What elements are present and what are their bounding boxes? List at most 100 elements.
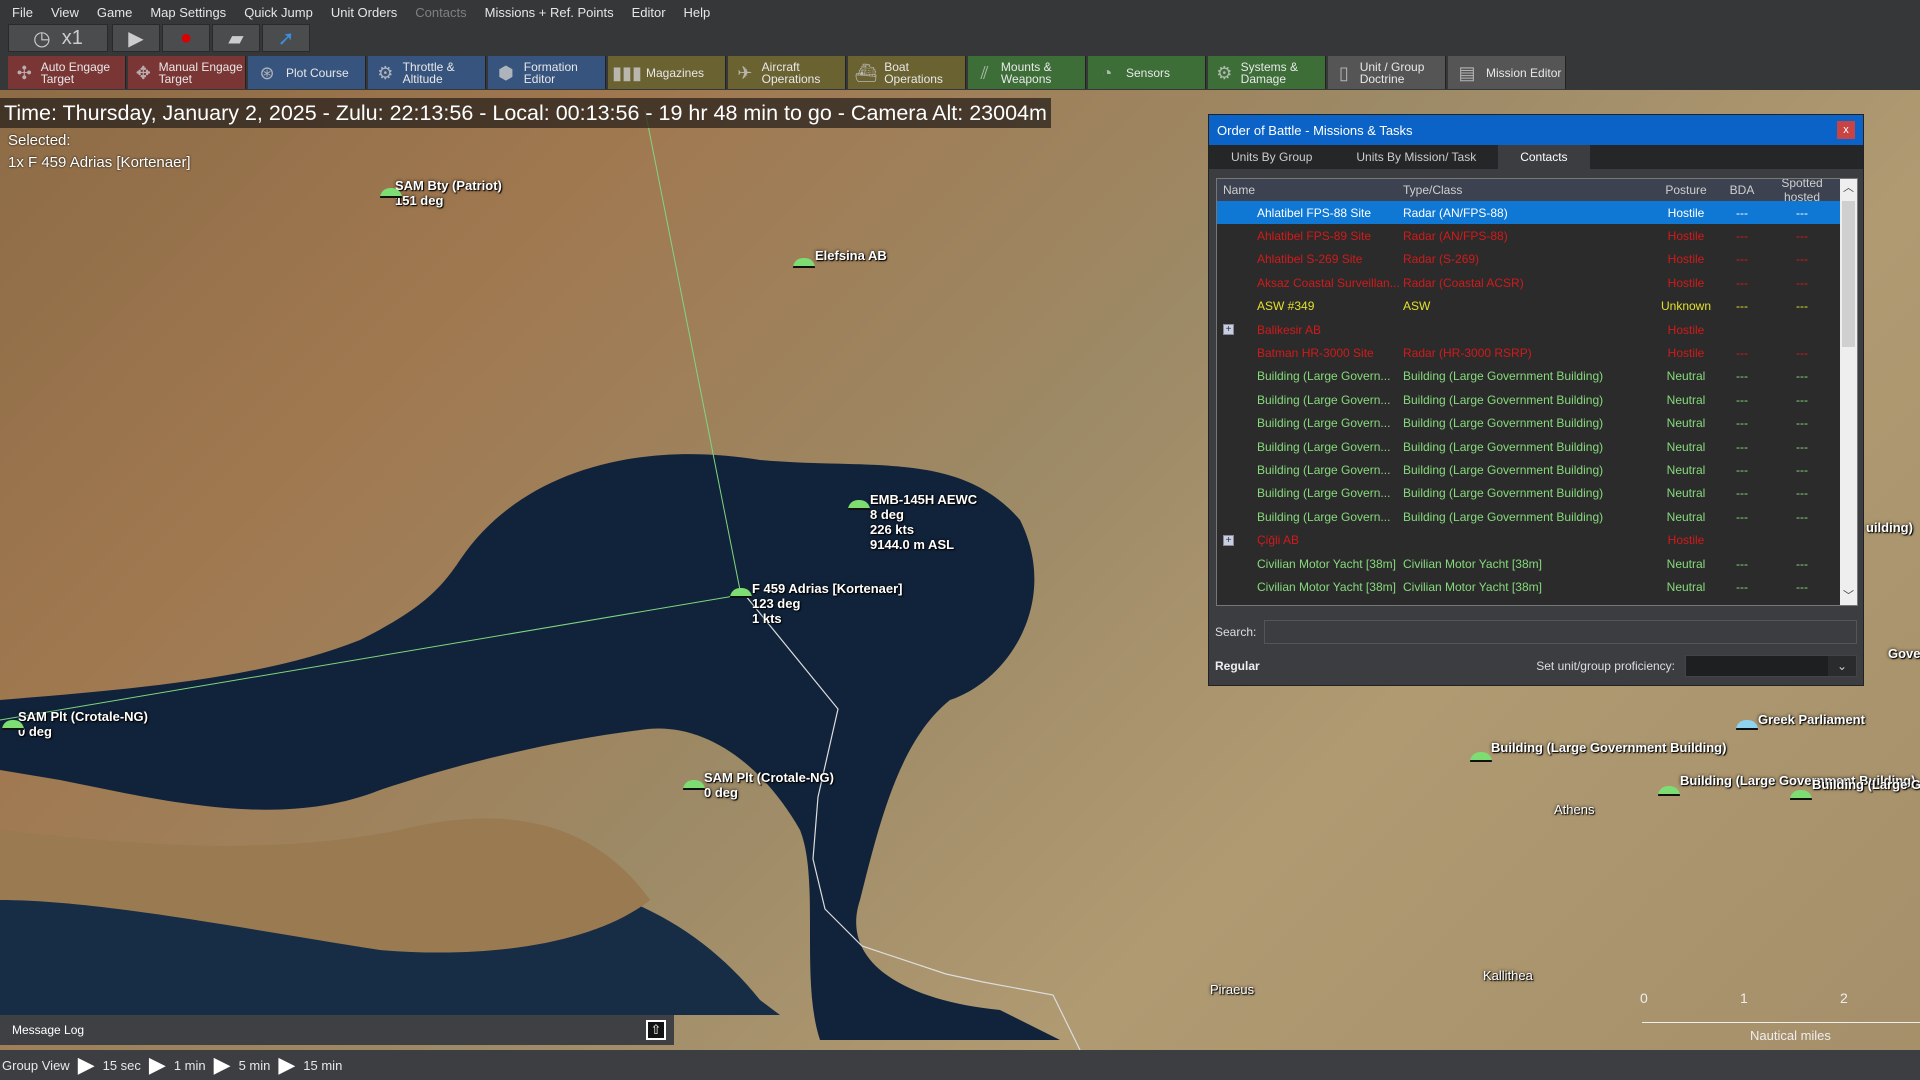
table-row[interactable]: Building (Large Govern... Building (Large… (1217, 482, 1857, 505)
tool-doctrine[interactable]: ▯ Unit / Group Doctrine (1328, 56, 1446, 89)
scale-tick: 2 (1840, 990, 1848, 1006)
tool-sensors[interactable]: ◔ Sensors (1088, 56, 1206, 89)
play-button[interactable]: ▶ (112, 24, 160, 52)
stack-button[interactable]: ▰ (212, 24, 260, 52)
cell-spotted: --- (1796, 486, 1808, 501)
menu-quick-jump[interactable]: Quick Jump (244, 5, 313, 20)
record-button[interactable]: ● (162, 24, 210, 52)
weapons-icon: ⫽ (980, 62, 989, 83)
cell-spotted: --- (1796, 229, 1808, 244)
table-row[interactable]: Batman HR-3000 Site Radar (HR-3000 RSRP) H… (1217, 341, 1857, 364)
tool-weapons[interactable]: ⫽ Mounts & Weapons (968, 56, 1086, 89)
time-compression-button[interactable]: ◷ x1 (8, 24, 108, 52)
tool-magazines[interactable]: ▮▮▮ Magazines (608, 56, 726, 89)
arrow-up-icon: ⇧ (650, 1022, 662, 1037)
group-view-button[interactable]: Group View (2, 1058, 70, 1073)
map-unit-label[interactable]: SAM Bty (Patriot) 151 deg (395, 178, 502, 208)
map-unit-label[interactable]: Governi (1888, 646, 1920, 661)
map-unit-label[interactable]: EMB-145H AEWC 8 deg 226 kts 9144.0 m ASL (870, 492, 977, 552)
menu-map-settings[interactable]: Map Settings (150, 5, 226, 20)
cell-name: Batman HR-3000 Site (1257, 346, 1374, 361)
cell-posture: Hostile (1667, 205, 1705, 220)
proficiency-select[interactable]: ⌄ (1685, 655, 1857, 677)
table-row[interactable]: Civilian Motor Yacht [38m] Civilian Motor… (1217, 552, 1857, 575)
tool-label: Mounts & Weapons (1000, 59, 1052, 86)
map-unit-label[interactable]: SAM Plt (Crotale-NG) 0 deg (18, 709, 148, 739)
tab-units-by-group[interactable]: Units By Group (1209, 145, 1334, 169)
step-15min[interactable]: 15 min (303, 1058, 342, 1073)
table-row[interactable]: Building (Large Govern... Building (Large… (1217, 388, 1857, 411)
menu-view[interactable]: View (51, 5, 79, 20)
table-row[interactable]: + Balikesir AB Hostile (1217, 318, 1857, 341)
expand-icon[interactable]: + (1223, 324, 1234, 336)
menu-file[interactable]: File (12, 5, 33, 20)
step-1min[interactable]: 1 min (174, 1058, 206, 1073)
menu-game[interactable]: Game (97, 5, 132, 20)
scroll-down-icon[interactable]: ﹀ (1840, 587, 1857, 605)
jump-button[interactable]: ➚ (262, 24, 310, 52)
cell-bda: --- (1736, 416, 1748, 431)
message-log-bar[interactable]: Message Log ⇧ (0, 1015, 674, 1045)
dialog-titlebar[interactable]: Order of Battle - Missions & Tasks x (1209, 115, 1863, 145)
tool-plot-course[interactable]: ⊛ Plot Course (248, 56, 366, 89)
table-row[interactable]: ASW #349 ASW Unknown --- --- (1217, 295, 1857, 318)
cell-type: Radar (AN/FPS-88) (1403, 229, 1508, 244)
step-15sec[interactable]: 15 sec (103, 1058, 141, 1073)
tab-units-by-mission-task[interactable]: Units By Mission/ Task (1334, 145, 1498, 169)
table-row[interactable]: + Çiğli AB Hostile (1217, 528, 1857, 551)
step-5min[interactable]: 5 min (239, 1058, 271, 1073)
column-bda[interactable]: BDA (1722, 183, 1762, 197)
map-unit-label[interactable]: Building (Large Government Building) (1491, 740, 1726, 755)
tool-label: Auto Engage Target (40, 59, 111, 86)
tool-manual-engage[interactable]: ✥ Manual Engage Target (128, 56, 246, 89)
expand-log-button[interactable]: ⇧ (646, 1020, 666, 1040)
table-row[interactable]: Ahlatibel FPS-89 Site Radar (AN/FPS-88) Ho… (1217, 224, 1857, 247)
place-athens: Athens (1554, 802, 1595, 817)
tool-gear[interactable]: ⚙ Systems & Damage (1208, 56, 1326, 89)
table-row[interactable]: Civilian Motor Yacht [38m] Civilian Motor… (1217, 575, 1857, 598)
play-icon: ▶ (128, 27, 144, 50)
column-posture[interactable]: Posture (1650, 183, 1722, 197)
cell-name: Çiğli AB (1257, 533, 1300, 548)
table-scrollbar[interactable]: ︿ ﹀ (1840, 179, 1857, 605)
tool-auto-engage[interactable]: ✣ Auto Engage Target (8, 56, 126, 89)
table-row[interactable]: Building (Large Govern... Building (Large… (1217, 458, 1857, 481)
tool-throttle[interactable]: ⚙ Throttle & Altitude (368, 56, 486, 89)
map-unit-label[interactable]: F 459 Adrias [Kortenaer] 123 deg 1 kts (752, 581, 903, 626)
search-input[interactable] (1264, 620, 1857, 644)
magazines-icon: ▮▮▮ (612, 62, 642, 83)
menu-contacts[interactable]: Contacts (415, 5, 466, 20)
table-row[interactable]: Building (Large Govern... Building (Large… (1217, 505, 1857, 528)
map-unit-label[interactable]: Elefsina AB (815, 248, 887, 263)
table-row[interactable]: Building (Large Govern... Building (Large… (1217, 412, 1857, 435)
column-type[interactable]: Type/Class (1403, 183, 1650, 197)
map-unit-label[interactable]: SAM Plt (Crotale-NG) 0 deg (704, 770, 834, 800)
table-row[interactable]: Ahlatibel S-269 Site Radar (S-269) Hostile… (1217, 248, 1857, 271)
close-button[interactable]: x (1837, 121, 1855, 139)
expand-icon[interactable]: + (1223, 534, 1234, 546)
map-unit-label[interactable]: Greek Parliament (1758, 712, 1865, 727)
cell-bda: --- (1736, 439, 1748, 454)
table-row[interactable]: Building (Large Govern... Building (Large… (1217, 435, 1857, 458)
tool-boat[interactable]: ⛴ Boat Operations (848, 56, 966, 89)
tab-contacts[interactable]: Contacts (1498, 145, 1590, 169)
tool-aircraft[interactable]: ✈ Aircraft Operations (728, 56, 846, 89)
cell-name: Building (Large Govern... (1257, 416, 1391, 431)
table-row[interactable]: Ahlatibel FPS-88 Site Radar (AN/FPS-88) Ho… (1217, 201, 1857, 225)
menu-help[interactable]: Help (684, 5, 711, 20)
cell-bda: --- (1736, 369, 1748, 384)
menu-unit-orders[interactable]: Unit Orders (331, 5, 397, 20)
table-row[interactable]: Building (Large Govern... Building (Large… (1217, 365, 1857, 388)
map-unit-label[interactable]: uilding) (1866, 520, 1913, 535)
menu-editor[interactable]: Editor (632, 5, 666, 20)
scroll-thumb[interactable] (1842, 201, 1855, 347)
cell-posture: Hostile (1667, 252, 1705, 267)
column-name[interactable]: Name (1217, 183, 1403, 197)
map-unit-label[interactable]: Building (Large Go (1812, 777, 1920, 792)
cell-type: Civilian Motor Yacht [38m] (1403, 579, 1542, 594)
menu-missions-ref-points[interactable]: Missions + Ref. Points (485, 5, 614, 20)
scroll-up-icon[interactable]: ︿ (1840, 179, 1857, 197)
tool-mission-editor[interactable]: ▤ Mission Editor (1448, 56, 1566, 89)
table-row[interactable]: Aksaz Coastal Surveillan... Radar (Coasta… (1217, 271, 1857, 294)
tool-formation[interactable]: ⬢ Formation Editor (488, 56, 606, 89)
